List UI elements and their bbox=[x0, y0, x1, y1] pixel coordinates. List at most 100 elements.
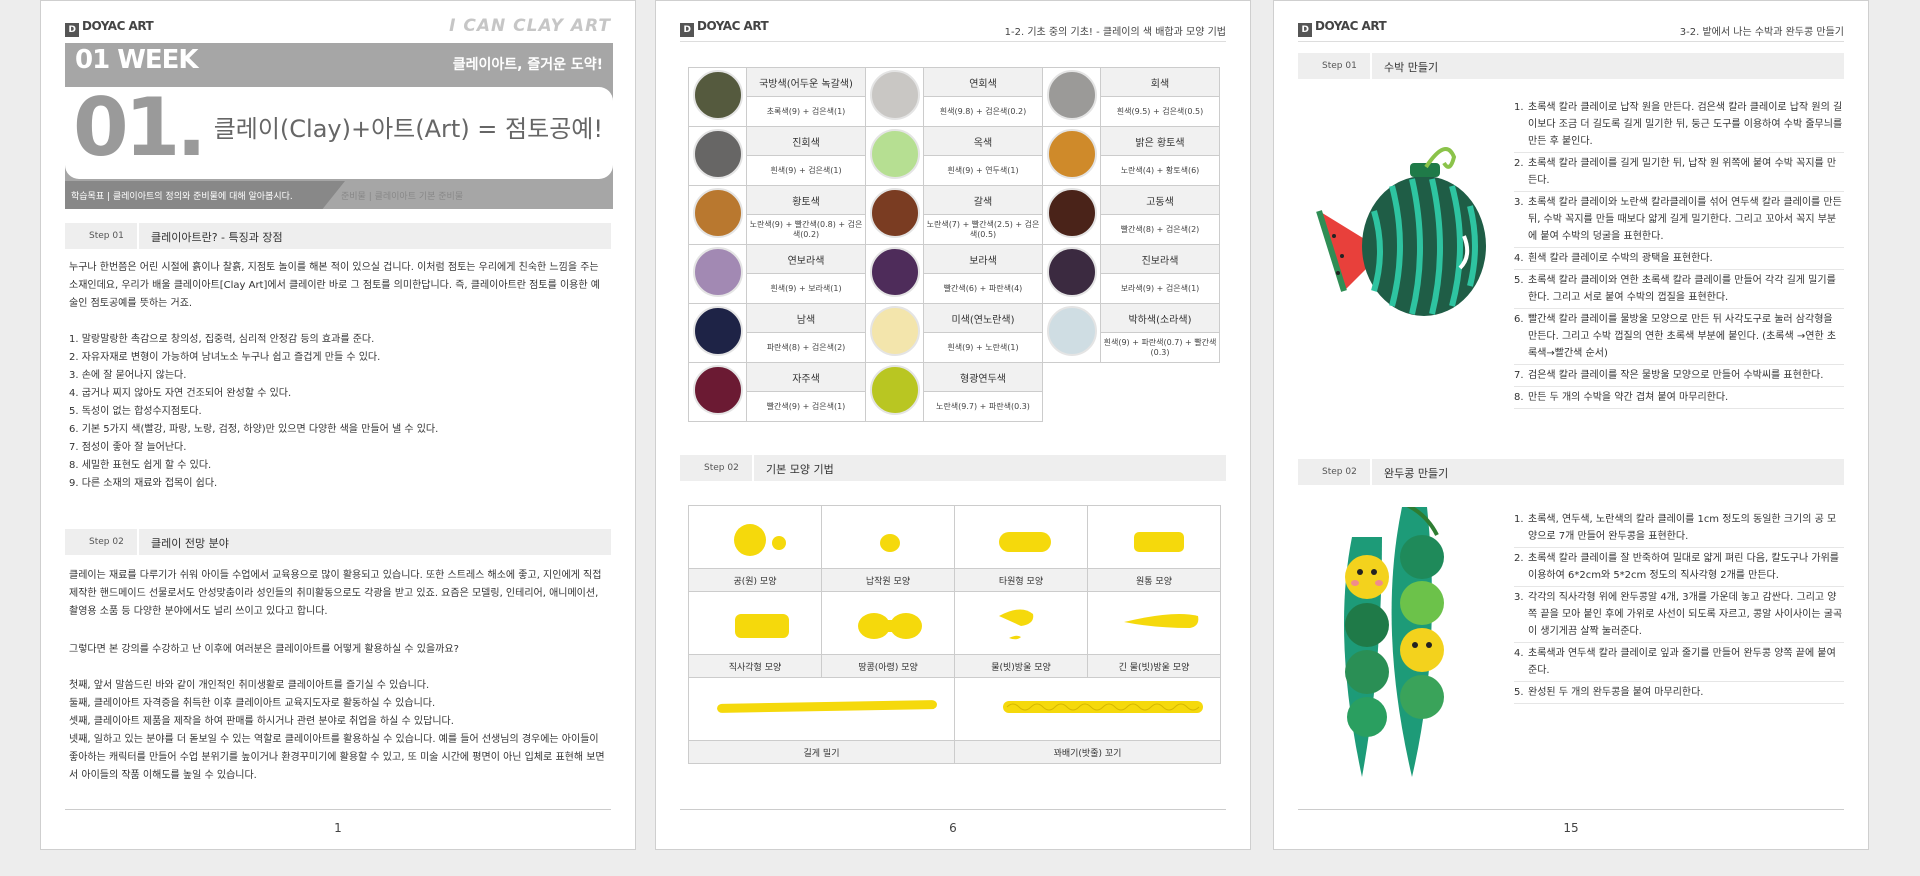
step-tag: Step 02 bbox=[89, 537, 124, 547]
shape-label: 긴 물(빗)방울 모양 bbox=[1087, 654, 1221, 678]
step-title: 완두콩 만들기 bbox=[1384, 467, 1449, 480]
shape-image bbox=[688, 505, 822, 569]
color-dot bbox=[869, 129, 920, 179]
color-swatch bbox=[1042, 185, 1101, 245]
shape-image bbox=[821, 591, 955, 655]
color-dot bbox=[869, 188, 920, 238]
shape-label: 땅콩(아령) 모양 bbox=[821, 654, 955, 678]
page-header: 3-2. 밭에서 나는 수박과 완두콩 만들기 bbox=[1679, 27, 1844, 38]
list-item: 8. 세밀한 표현도 쉽게 할 수 있다. bbox=[69, 460, 212, 471]
list-item: 3. 손에 잘 묻어나지 않는다. bbox=[69, 370, 187, 381]
shape-image bbox=[954, 677, 1221, 741]
step-number: 4. bbox=[1514, 253, 1524, 264]
step-tag: Step 01 bbox=[89, 231, 124, 241]
color-swatch bbox=[1042, 126, 1101, 186]
color-swatch bbox=[688, 362, 747, 422]
step-item: 8. 만든 두 개의 수박을 약간 겹쳐 붙여 마무리한다. bbox=[1514, 387, 1844, 409]
step-text: 각각의 직사각형 위에 완두콩알 4개, 3개를 가운데 놓고 감싼다. 그리고… bbox=[1528, 592, 1843, 637]
color-recipe: 초록색(9) + 검은색(1) bbox=[746, 96, 866, 127]
brand-title: I CAN CLAY ART bbox=[449, 16, 611, 36]
list-item: 5. 독성이 없는 합성수지점토다. bbox=[69, 406, 202, 417]
color-recipe: 노란색(9) + 빨간색(0.8) + 검은색(0.2) bbox=[746, 214, 866, 245]
step-number: 3. bbox=[1514, 592, 1524, 603]
color-dot bbox=[692, 129, 743, 179]
color-dot bbox=[869, 365, 920, 415]
color-dot bbox=[692, 365, 743, 415]
list-item: 4. 굽거나 찌지 않아도 자연 건조되어 완성할 수 있다. bbox=[69, 388, 292, 399]
color-recipe: 파란색(8) + 검은색(2) bbox=[746, 332, 866, 363]
color-name: 진보라색 bbox=[1100, 244, 1220, 274]
color-recipe: 노란색(4) + 황토색(6) bbox=[1100, 155, 1220, 186]
page-1: D DOYAC ART I CAN CLAY ART 01 WEEK 클레이아트,… bbox=[40, 0, 636, 850]
step-text: 만든 두 개의 수박을 약간 겹쳐 붙여 마무리한다. bbox=[1528, 392, 1729, 403]
step-item: 1. 초록색, 연두색, 노란색의 칼라 클레이를 1cm 정도의 동일한 크기의… bbox=[1514, 509, 1844, 548]
step-bar: Step 01 클레이아트란? - 특징과 장점 bbox=[65, 223, 611, 249]
shape-label: 길게 밀기 bbox=[688, 740, 955, 764]
step-item: 4. 흰색 칼라 클레이로 수박의 광택을 표현한다. bbox=[1514, 248, 1844, 270]
step-number: 3. bbox=[1514, 197, 1524, 208]
uses-list: 첫째, 앞서 말씀드린 바와 같이 개인적인 취미생활로 클레이아트를 즐기실 … bbox=[69, 677, 609, 785]
color-recipe: 노란색(9.7) + 파란색(0.3) bbox=[923, 391, 1043, 422]
step-item: 4. 초록색과 연두색 칼라 클레이로 잎과 줄기를 만들어 완두콩 양쪽 끝에 … bbox=[1514, 643, 1844, 682]
shape-technique-table: 공(원) 모양 납작원 모양 타원형 모양 원통 모양 직사각형 모양 땅콩(아… bbox=[688, 505, 1221, 764]
feature-list: 1. 말랑말랑한 촉감으로 창의성, 집중력, 심리적 안정감 등의 효과를 준… bbox=[69, 331, 609, 493]
shape-label: 물(빗)방울 모양 bbox=[954, 654, 1088, 678]
color-name: 자주색 bbox=[746, 362, 866, 392]
color-recipe: 흰색(9.5) + 검은색(0.5) bbox=[1100, 96, 1220, 127]
step-text: 빨간색 칼라 클레이를 물방울 모양으로 만든 뒤 사각도구로 눌러 삼각형을 … bbox=[1528, 314, 1837, 359]
step-item: 5. 완성된 두 개의 완두콩을 붙여 마무리한다. bbox=[1514, 682, 1844, 704]
chapter-title: 클레이(Clay)+아트(Art) = 점토공예! bbox=[213, 115, 603, 143]
page-number: 6 bbox=[949, 821, 957, 835]
color-dot bbox=[869, 306, 920, 356]
shape-label: 원통 모양 bbox=[1087, 568, 1221, 592]
page-number: 1 bbox=[334, 821, 342, 835]
step-bar: Step 02 기본 모양 기법 bbox=[680, 455, 1226, 481]
step-number: 5. bbox=[1514, 687, 1524, 698]
week-header: 01 WEEK 클레이아트, 즐거운 도약! 01. 클레이(Clay)+아트(… bbox=[65, 43, 613, 209]
logo: D DOYAC ART bbox=[1298, 19, 1387, 37]
materials-note: 준비물 | 클레이아트 기본 준비물 bbox=[341, 192, 464, 202]
shape-label: 꽈배기(밧줄) 꼬기 bbox=[954, 740, 1221, 764]
list-item: 셋째, 클레이아트 제품을 제작을 하여 판매를 하시거나 관련 분야로 취업을… bbox=[69, 716, 454, 727]
step-number: 1. bbox=[1514, 514, 1524, 525]
color-name: 보라색 bbox=[923, 244, 1043, 274]
intro-paragraph: 누구나 한번쯤은 어린 시절에 흙이나 찰흙, 지점토 놀이를 해본 적이 있으… bbox=[69, 262, 600, 309]
step-item: 7. 검은색 칼라 클레이를 작은 물방울 모양으로 만들어 수박씨를 표현한다. bbox=[1514, 365, 1844, 387]
color-dot bbox=[1046, 306, 1097, 356]
color-name: 황토색 bbox=[746, 185, 866, 215]
color-swatch bbox=[865, 244, 924, 304]
chapter-number: 01. bbox=[73, 81, 207, 174]
color-swatch bbox=[688, 185, 747, 245]
list-item: 1. 말랑말랑한 촉감으로 창의성, 집중력, 심리적 안정감 등의 효과를 준… bbox=[69, 334, 375, 345]
title-card: 01. 클레이(Clay)+아트(Art) = 점토공예! bbox=[65, 81, 613, 179]
step-title: 클레이 전망 분야 bbox=[151, 537, 229, 550]
step-bar: Step 02 클레이 전망 분야 bbox=[65, 529, 611, 555]
step-text: 초록색 칼라 클레이와 연한 초록색 칼라 클레이를 만들어 각각 길게 밀기를… bbox=[1528, 275, 1836, 303]
color-recipe: 빨간색(8) + 검은색(2) bbox=[1100, 214, 1220, 245]
color-dot bbox=[692, 306, 743, 356]
step-item: 5. 초록색 칼라 클레이와 연한 초록색 칼라 클레이를 만들어 각각 길게 밀… bbox=[1514, 270, 1844, 309]
shape-image bbox=[1087, 591, 1221, 655]
logo: D DOYAC ART bbox=[680, 19, 769, 37]
outlook-paragraph: 클레이는 재료를 다루기가 쉬워 아이들 수업에서 교육용으로 많이 활용되고 … bbox=[69, 570, 602, 617]
step-title: 수박 만들기 bbox=[1384, 61, 1439, 74]
step-item: 3. 초록색 칼라 클레이와 노란색 칼라클레이를 섞어 연두색 칼라 클레이를 … bbox=[1514, 192, 1844, 248]
step-tag: Step 02 bbox=[704, 463, 739, 473]
color-recipe: 흰색(9) + 노란색(1) bbox=[923, 332, 1043, 363]
shape-image bbox=[821, 505, 955, 569]
color-name: 회색 bbox=[1100, 67, 1220, 97]
step-item: 1. 초록색 칼라 클레이로 납작 원을 만든다. 검은색 칼라 클레이로 납작 … bbox=[1514, 97, 1844, 153]
step-number: 4. bbox=[1514, 648, 1524, 659]
shape-label: 납작원 모양 bbox=[821, 568, 955, 592]
color-swatch bbox=[865, 185, 924, 245]
step-number: 6. bbox=[1514, 314, 1524, 325]
pea-steps: 1. 초록색, 연두색, 노란색의 칼라 클레이를 1cm 정도의 동일한 크기의… bbox=[1514, 509, 1844, 704]
list-item: 7. 점성이 좋아 잘 늘어난다. bbox=[69, 442, 187, 453]
list-item: 첫째, 앞서 말씀드린 바와 같이 개인적인 취미생활로 클레이아트를 즐기실 … bbox=[69, 680, 430, 691]
step-bar: Step 01 수박 만들기 bbox=[1298, 53, 1844, 79]
list-item: 넷째, 일하고 있는 분야를 더 돋보일 수 있는 역할로 클레이아트를 활용하… bbox=[69, 734, 605, 781]
color-recipe: 흰색(9.8) + 검은색(0.2) bbox=[923, 96, 1043, 127]
color-dot bbox=[692, 70, 743, 120]
color-name: 연보라색 bbox=[746, 244, 866, 274]
step-tag: Step 01 bbox=[1322, 61, 1357, 71]
